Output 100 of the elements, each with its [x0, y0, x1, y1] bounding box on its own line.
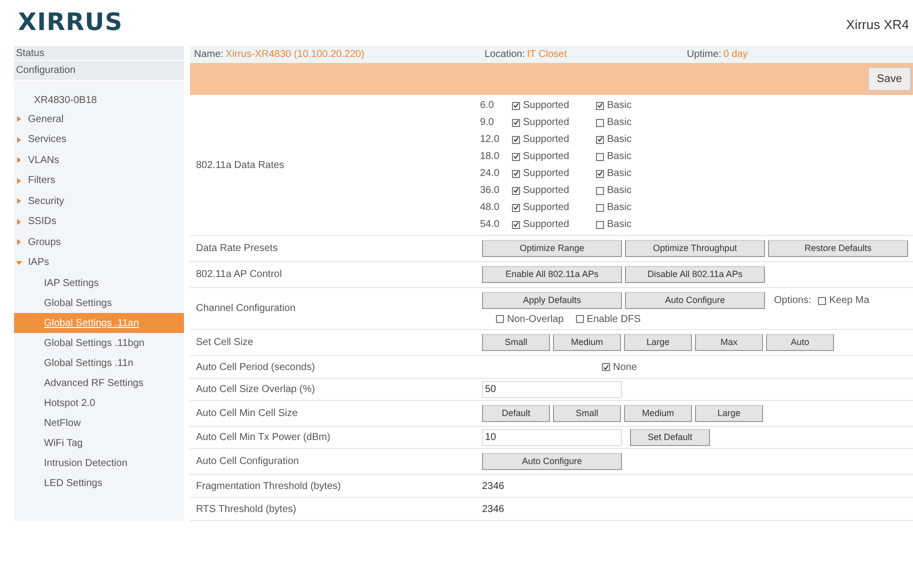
sidebar-item[interactable]: Services — [28, 132, 66, 148]
checkbox[interactable] — [496, 315, 504, 323]
checkbox[interactable] — [512, 204, 520, 212]
info-label: Name: — [194, 49, 224, 60]
checkbox-label: Basic — [607, 133, 632, 147]
button[interactable]: Apply Defaults — [482, 292, 622, 309]
field-value: 2346 — [481, 502, 506, 516]
checkbox[interactable] — [596, 170, 604, 178]
sidebar-item[interactable]: Advanced RF Settings — [14, 373, 184, 393]
sidebar-item[interactable]: XR4830-0B18 — [14, 91, 184, 109]
button[interactable]: Optimize Throughput — [625, 240, 765, 257]
input-field[interactable]: 10 — [482, 429, 622, 446]
sidebar-item[interactable]: Intrusion Detection — [14, 453, 184, 473]
button[interactable]: Set Default — [630, 429, 710, 446]
checkbox[interactable] — [596, 136, 604, 144]
button[interactable]: Auto — [766, 334, 834, 351]
caret-right-icon[interactable] — [16, 157, 22, 164]
checkbox-label: Basic — [607, 167, 632, 181]
button[interactable]: Medium — [624, 405, 692, 422]
input-field[interactable]: 50 — [482, 381, 622, 398]
sidebar-item[interactable]: Global Settings .11n — [14, 353, 184, 373]
rate-label: 6.0 — [479, 99, 495, 113]
checkbox[interactable] — [576, 315, 584, 323]
checkbox-label: Basic — [607, 218, 632, 232]
checkbox[interactable] — [512, 136, 520, 144]
button[interactable]: Enable All 802.11a APs — [482, 266, 622, 283]
caret-down-icon[interactable] — [16, 260, 22, 266]
sidebar-item[interactable]: Global Settings .11bgn — [14, 333, 184, 353]
sidebar-item[interactable]: NetFlow — [14, 413, 184, 433]
sidebar-item[interactable]: SSIDs — [28, 214, 56, 230]
save-button[interactable]: Save — [868, 66, 911, 92]
sidebar-item[interactable]: Groups — [28, 234, 61, 250]
sidebar-item[interactable]: Global Settings — [14, 293, 184, 313]
sidebar-item[interactable]: VLANs — [28, 152, 60, 168]
sidebar-item[interactable]: IAPs — [28, 255, 50, 270]
checkbox-label: Supported — [523, 201, 570, 215]
checkbox-label: Non-Overlap — [507, 312, 564, 326]
checkbox[interactable] — [512, 220, 520, 228]
checkbox[interactable] — [602, 363, 610, 371]
field-value: 2346 — [481, 480, 506, 494]
button[interactable]: Small — [482, 334, 550, 351]
checkbox-label: Basic — [607, 150, 632, 164]
caret-right-icon[interactable] — [16, 116, 22, 122]
field-label: 802.11a AP Control — [195, 268, 283, 282]
button[interactable]: Small — [553, 405, 621, 422]
button[interactable]: Disable All 802.11a APs — [625, 266, 765, 283]
sidebar-item[interactable]: Filters — [28, 173, 56, 188]
sidebar-item[interactable]: Configuration — [14, 61, 184, 81]
field-label: Data Rate Presets — [195, 242, 279, 256]
caret-right-icon[interactable] — [16, 136, 22, 143]
rate-label: 9.0 — [479, 116, 495, 130]
button[interactable]: Default — [482, 405, 550, 422]
checkbox[interactable] — [512, 102, 520, 110]
field-label: 802.11a Data Rates — [195, 158, 286, 172]
checkbox[interactable] — [512, 170, 520, 178]
checkbox[interactable] — [512, 152, 520, 160]
button[interactable]: Large — [695, 405, 763, 422]
checkbox[interactable] — [596, 118, 604, 126]
checkbox-label: Basic — [607, 201, 632, 215]
sidebar-item[interactable]: Hotspot 2.0 — [14, 393, 184, 413]
button[interactable]: Max — [695, 334, 763, 351]
sidebar-item[interactable]: General — [28, 112, 64, 127]
field-label: Auto Cell Configuration — [195, 455, 300, 469]
checkbox[interactable] — [818, 296, 826, 304]
button[interactable]: Large — [624, 334, 692, 351]
checkbox-label: Supported — [523, 150, 570, 164]
checkbox[interactable] — [596, 204, 604, 212]
sidebar-item[interactable]: Security — [28, 194, 64, 209]
checkbox[interactable] — [512, 186, 520, 194]
checkbox[interactable] — [596, 186, 604, 194]
rate-label: 18.0 — [479, 150, 500, 164]
sidebar-item[interactable]: WiFi Tag — [14, 433, 184, 453]
sidebar-item[interactable]: Status — [14, 46, 184, 61]
checkbox-label: Supported — [523, 116, 570, 130]
button[interactable]: Auto Configure — [482, 453, 622, 470]
button[interactable]: Restore Defaults — [768, 240, 908, 257]
rate-label: 12.0 — [479, 133, 500, 147]
field-label: Auto Cell Size Overlap (%) — [195, 383, 316, 397]
button[interactable]: Medium — [553, 334, 621, 351]
button[interactable]: Auto Configure — [625, 292, 765, 309]
sidebar-item[interactable]: LED Settings — [14, 473, 184, 493]
info-value: IT Closet — [527, 49, 567, 60]
checkbox[interactable] — [596, 152, 604, 160]
page-title: Xirrus XR4 — [846, 16, 909, 34]
sidebar-item[interactable]: IAP Settings — [14, 273, 184, 293]
caret-right-icon[interactable] — [16, 239, 22, 246]
checkbox-label: Supported — [523, 218, 570, 232]
caret-right-icon[interactable] — [16, 178, 22, 184]
button[interactable]: Optimize Range — [482, 240, 622, 257]
field-label: Auto Cell Period (seconds) — [195, 360, 316, 374]
field-label: Channel Configuration — [195, 302, 297, 316]
checkbox[interactable] — [512, 118, 520, 126]
checkbox-label: None — [613, 360, 637, 374]
checkbox[interactable] — [596, 102, 604, 110]
checkbox-label: Keep Ma — [829, 294, 870, 308]
caret-right-icon[interactable] — [16, 218, 22, 225]
checkbox-label: Basic — [607, 116, 632, 130]
caret-right-icon[interactable] — [16, 198, 22, 204]
field-label: Auto Cell Min Tx Power (dBm) — [195, 431, 332, 445]
checkbox[interactable] — [596, 220, 604, 228]
